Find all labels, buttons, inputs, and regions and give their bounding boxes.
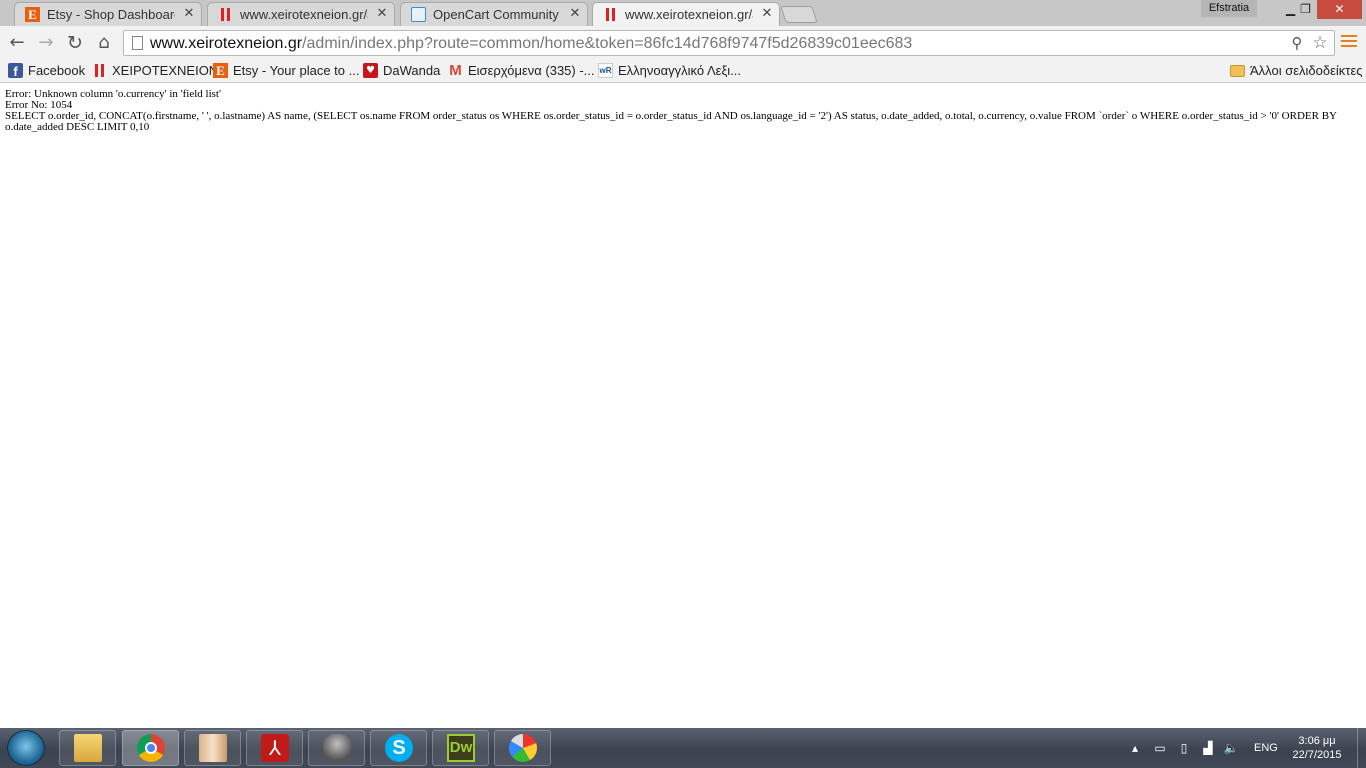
acrobat-icon: ⅄ [261,734,289,762]
opencart-icon [411,7,426,22]
bookmark-wordreference[interactable]: wR Ελληνοαγγλικό Λεξι... [598,62,742,80]
restore-icon[interactable]: ❐ [1293,0,1318,19]
windows-taskbar: ⅄ S Dw ▴ ▭ ▯ ▟ 🔈 ENG 3:06 μμ 22/7/2015 [0,728,1366,768]
folder-icon [1230,65,1245,77]
profile-button[interactable]: Efstratia [1201,0,1257,17]
new-tab-button[interactable] [780,6,818,23]
system-clock[interactable]: 3:06 μμ 22/7/2015 [1288,734,1346,762]
address-bar[interactable]: www.xeirotexneion.gr/admin/index.php?rou… [123,30,1335,56]
xeirotexneion-icon [603,7,618,22]
action-center-icon[interactable]: ▭ [1152,740,1168,756]
page-icon [132,36,143,50]
taskbar-paint[interactable] [494,730,551,766]
bookmark-dawanda[interactable]: ♥ DaWanda [363,62,441,80]
bookmark-facebook[interactable]: f Facebook [8,62,86,80]
taskbar-dreamweaver[interactable]: Dw [432,730,489,766]
close-icon[interactable]: ✕ [569,7,581,21]
taskbar-explorer[interactable] [59,730,116,766]
winrar-icon [199,734,227,762]
windows-explorer-icon [74,734,102,762]
clock-date: 22/7/2015 [1292,749,1342,761]
bookmark-star-icon[interactable]: ☆ [1310,33,1330,53]
show-hidden-icons-icon[interactable]: ▴ [1130,740,1140,756]
volume-icon[interactable]: 🔈 [1223,740,1239,756]
forward-arrow-icon[interactable]: → [35,32,57,54]
close-icon[interactable]: ✕ [376,7,388,21]
close-icon[interactable]: ✕ [183,7,195,21]
chrome-icon [137,734,165,762]
clock-time: 3:06 μμ [1298,735,1336,747]
url-text[interactable]: www.xeirotexneion.gr/admin/index.php?rou… [150,35,912,53]
window-close-icon[interactable]: ✕ [1317,0,1362,19]
dawanda-icon: ♥ [363,63,378,78]
tab-title: www.xeirotexneion.gr/adm [625,7,753,22]
sql-query: SELECT o.order_id, CONCAT(o.firstname, '… [5,110,1337,133]
power-icon[interactable]: ▯ [1176,740,1192,756]
tab-etsy-dashboard[interactable]: E Etsy - Shop Dashboard ✕ [14,2,202,26]
xeirotexneion-icon [218,7,233,22]
etsy-icon: E [213,63,228,78]
browser-toolbar: ← → ↻ ⌂ www.xeirotexneion.gr/admin/index… [0,26,1366,59]
home-icon[interactable]: ⌂ [93,32,115,54]
search-icon[interactable]: ⚲ [1288,34,1306,52]
tab-title: www.xeirotexneion.gr/adm [240,7,368,22]
taskbar-skype[interactable]: S [370,730,427,766]
page-content: Error: Unknown column 'o.currency' in 'f… [5,89,1345,133]
paint-icon [509,734,537,762]
tab-title: OpenCart Community • Vi [433,7,561,22]
gmail-icon: M [449,62,462,79]
bookmark-xeirotexneion[interactable]: ΧΕΙΡΟΤΕΧΝΕΙΟΝ [92,62,218,80]
facebook-icon: f [8,63,23,79]
close-icon[interactable]: ✕ [761,7,773,21]
bookmark-label: Ελληνοαγγλικό Λεξι... [618,63,742,78]
bookmark-gmail[interactable]: M Εισερχόμενα (335) -... [448,62,594,80]
bookmark-label: Facebook [28,63,86,78]
tab-title: Etsy - Shop Dashboard [47,7,175,22]
other-bookmarks[interactable]: Άλλοι σελιδοδείκτες [1230,62,1363,80]
error-message: Error: Unknown column 'o.currency' in 'f… [5,88,221,100]
url-host: www.xeirotexneion.gr [150,35,303,52]
xeirotexneion-icon [92,63,107,78]
bookmark-label: Etsy - Your place to ... [233,63,360,78]
back-arrow-icon[interactable]: ← [6,32,28,54]
url-path: /admin/index.php?route=common/home&token… [302,35,913,52]
language-indicator[interactable]: ENG [1254,741,1278,755]
dreamweaver-icon: Dw [447,734,475,762]
bookmark-etsy[interactable]: E Etsy - Your place to ... [213,62,359,80]
reload-icon[interactable]: ↻ [64,32,86,54]
skype-icon: S [385,734,413,762]
tab-xeirotexneion-active[interactable]: www.xeirotexneion.gr/adm ✕ [592,2,780,27]
other-bookmarks-label: Άλλοι σελιδοδείκτες [1250,63,1363,78]
bookmarks-bar: f Facebook ΧΕΙΡΟΤΕΧΝΕΙΟΝ E Etsy - Your p… [0,59,1366,83]
tab-opencart-community[interactable]: OpenCart Community • Vi ✕ [400,2,588,26]
bookmark-label: Εισερχόμενα (335) -... [468,63,595,78]
tab-xeirotexneion-admin[interactable]: www.xeirotexneion.gr/adm ✕ [207,2,395,26]
taskbar-winrar[interactable] [184,730,241,766]
bookmark-label: ΧΕΙΡΟΤΕΧΝΕΙΟΝ [112,63,219,78]
taskbar-chrome[interactable] [122,730,179,766]
taskbar-warrior[interactable] [308,730,365,766]
tab-strip: E Etsy - Shop Dashboard ✕ www.xeirotexne… [0,0,1366,27]
bookmark-label: DaWanda [383,63,441,78]
taskbar-acrobat[interactable]: ⅄ [246,730,303,766]
show-desktop-button[interactable] [1357,728,1366,768]
etsy-icon: E [25,7,40,22]
warrior-icon [323,734,351,762]
wordreference-icon: wR [598,63,613,78]
network-signal-icon[interactable]: ▟ [1200,740,1216,756]
start-button[interactable] [7,730,45,766]
chrome-menu-icon[interactable] [1341,35,1357,49]
